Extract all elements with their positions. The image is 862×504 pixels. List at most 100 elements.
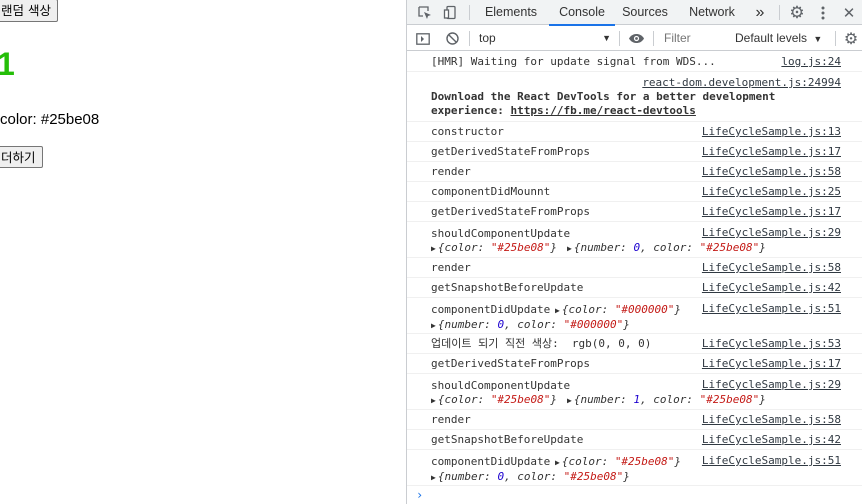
source-link[interactable]: LifeCycleSample.js:58 [702, 162, 841, 182]
console-message: shouldComponentUpdate ▶ {color: "#25be08"}… [407, 374, 862, 410]
console-message-text: getSnapshotBeforeUpdate [431, 281, 584, 294]
source-link[interactable]: LifeCycleSample.js:42 [702, 278, 841, 298]
dropdown-arrow-icon: ▼ [813, 34, 823, 44]
source-link[interactable]: LifeCycleSample.js:58 [702, 258, 841, 278]
source-link[interactable]: LifeCycleSample.js:58 [702, 410, 841, 430]
object-preview[interactable]: ▶ {number: 0, color: "#25be08"} [431, 470, 630, 483]
app-page: 랜덤 색상 1 color: #25be08 더하기 [0, 0, 406, 504]
devtools-panel: Elements Console Sources Network » ⚙ ✕ t… [406, 0, 862, 504]
source-link[interactable]: LifeCycleSample.js:53 [702, 334, 841, 354]
console-message-text: shouldComponentUpdate [431, 379, 571, 392]
console-message-text: getSnapshotBeforeUpdate [431, 433, 584, 446]
more-tabs-chevron-icon[interactable]: » [747, 0, 773, 25]
console-message-text: render [431, 261, 471, 274]
console-message: render LifeCycleSample.js:58 [407, 258, 862, 278]
object-preview[interactable]: ▶ {color: "#25be08"} [431, 393, 557, 406]
color-text: color: #25be08 [0, 111, 100, 128]
source-link[interactable]: LifeCycleSample.js:29 [702, 378, 841, 391]
source-link[interactable]: react-dom.development.js:24994 [642, 76, 841, 89]
console-message: getDerivedStateFromProps LifeCycleSample.… [407, 354, 862, 374]
console-prompt-icon[interactable]: › [416, 488, 423, 502]
source-link[interactable]: LifeCycleSample.js:17 [702, 202, 841, 222]
source-link[interactable]: LifeCycleSample.js:25 [702, 182, 841, 202]
inspect-element-icon[interactable] [413, 0, 435, 25]
source-link[interactable]: LifeCycleSample.js:17 [702, 354, 841, 374]
console-message-text: componentDidMounnt [431, 185, 551, 198]
console-message: getSnapshotBeforeUpdate LifeCycleSample.j… [407, 430, 862, 450]
context-label: top [479, 31, 496, 45]
devtools-tabbar: Elements Console Sources Network » ⚙ ✕ [407, 0, 862, 26]
object-preview[interactable]: ▶ {number: 1, color: "#25be08"} [567, 393, 766, 406]
react-devtools-link[interactable]: https://fb.me/react-devtools [510, 104, 695, 117]
tab-sources[interactable]: Sources [617, 0, 673, 25]
console-message: render LifeCycleSample.js:58 [407, 410, 862, 430]
console-message: getDerivedStateFromProps LifeCycleSample.… [407, 142, 862, 162]
console-message-text: getDerivedStateFromProps [431, 357, 590, 370]
source-link[interactable]: LifeCycleSample.js:51 [702, 302, 841, 315]
console-message: getDerivedStateFromProps LifeCycleSample.… [407, 202, 862, 222]
tab-network[interactable]: Network [683, 0, 741, 25]
toolbar-divider [653, 31, 654, 46]
expand-triangle-icon[interactable]: ▶ [431, 396, 436, 405]
console-message: componentDidUpdate ▶ {color: "#000000"} ▶ {n… [407, 298, 862, 334]
object-preview[interactable]: ▶ {number: 0, color: "#25be08"} [567, 241, 766, 254]
console-message-text: render [431, 413, 471, 426]
log-levels-dropdown[interactable]: Default levels ▼ [735, 26, 822, 51]
expand-triangle-icon[interactable]: ▶ [555, 306, 560, 315]
expand-triangle-icon[interactable]: ▶ [431, 321, 436, 330]
console-message-text: [HMR] Waiting for update signal from WDS… [431, 55, 716, 68]
clear-console-icon[interactable] [441, 26, 463, 51]
expand-triangle-icon[interactable]: ▶ [567, 244, 572, 253]
source-link[interactable]: LifeCycleSample.js:13 [702, 122, 841, 142]
log-levels-label: Default levels [735, 31, 808, 45]
console-message: shouldComponentUpdate ▶ {color: "#25be08"}… [407, 222, 862, 258]
source-link[interactable]: LifeCycleSample.js:51 [702, 454, 841, 467]
toolbar-divider [469, 5, 470, 20]
console-message-text: componentDidUpdate [431, 455, 551, 468]
console-message-prefix: experience: [431, 104, 511, 117]
device-toolbar-icon[interactable] [439, 0, 461, 25]
console-message-text: getDerivedStateFromProps [431, 145, 590, 158]
random-color-button[interactable]: 랜덤 색상 [0, 0, 58, 22]
console-message: [HMR] Waiting for update signal from WDS… [407, 52, 862, 72]
close-icon[interactable]: ✕ [839, 0, 859, 25]
source-link[interactable]: log.js:24 [781, 52, 841, 72]
source-link[interactable]: LifeCycleSample.js:17 [702, 142, 841, 162]
console-message-text: 업데이트 되기 직전 색상: rgb(0, 0, 0) [431, 337, 652, 350]
expand-triangle-icon[interactable]: ▶ [567, 396, 572, 405]
add-button[interactable]: 더하기 [0, 146, 43, 168]
object-preview[interactable]: ▶ {color: "#000000"} [555, 303, 681, 316]
console-message: render LifeCycleSample.js:58 [407, 162, 862, 182]
context-selector[interactable]: top ▼ [473, 26, 615, 51]
dropdown-arrow-icon: ▼ [602, 33, 611, 43]
expand-triangle-icon[interactable]: ▶ [431, 473, 436, 482]
expand-triangle-icon[interactable]: ▶ [431, 244, 436, 253]
console-toolbar: top ▼ Default levels ▼ ⚙ [407, 26, 862, 51]
toolbar-divider [779, 5, 780, 20]
console-message-text: constructor [431, 125, 504, 138]
object-preview[interactable]: ▶ {color: "#25be08"} [555, 455, 681, 468]
object-preview[interactable]: ▶ {number: 0, color: "#000000"} [431, 318, 630, 331]
console-message: componentDidMounnt LifeCycleSample.js:25 [407, 182, 862, 202]
console-message: getSnapshotBeforeUpdate LifeCycleSample.j… [407, 278, 862, 298]
tab-elements[interactable]: Elements [477, 0, 545, 25]
expand-triangle-icon[interactable]: ▶ [555, 458, 560, 467]
console-message: constructor LifeCycleSample.js:13 [407, 122, 862, 142]
tab-console[interactable]: Console [549, 0, 615, 26]
number-display: 1 [0, 46, 15, 82]
console-message-text: componentDidUpdate [431, 303, 551, 316]
settings-gear-icon[interactable]: ⚙ [786, 0, 808, 25]
object-preview[interactable]: ▶ {color: "#25be08"} [431, 241, 557, 254]
filter-input[interactable] [658, 29, 728, 48]
source-link[interactable]: LifeCycleSample.js:29 [702, 226, 841, 239]
live-expression-eye-icon[interactable] [625, 26, 647, 51]
menu-kebab-icon[interactable] [812, 0, 834, 25]
source-link[interactable]: LifeCycleSample.js:42 [702, 430, 841, 450]
console-message: 업데이트 되기 직전 색상: rgb(0, 0, 0) LifeCycleSamp… [407, 334, 862, 354]
toolbar-divider [619, 31, 620, 46]
console-message-text: getDerivedStateFromProps [431, 205, 590, 218]
console-message: react-dom.development.js:24994 Download t… [407, 72, 862, 122]
sidebar-toggle-icon[interactable] [412, 26, 434, 51]
console-settings-gear-icon[interactable]: ⚙ [841, 26, 861, 51]
console-message: componentDidUpdate ▶ {color: "#25be08"} ▶ {n… [407, 450, 862, 486]
